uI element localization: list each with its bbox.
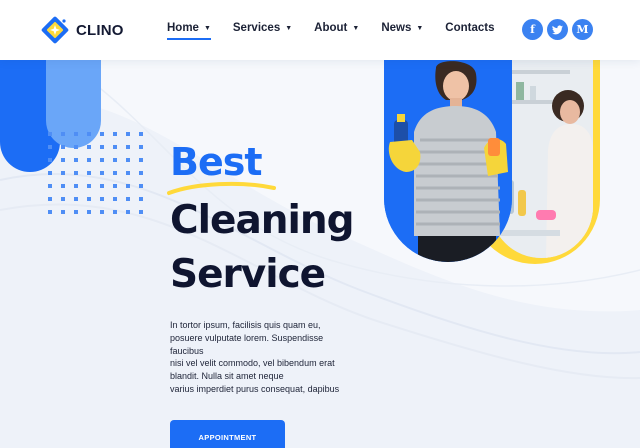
- medium-icon[interactable]: M: [572, 19, 593, 40]
- headline-line-2: Cleaning: [170, 198, 355, 243]
- nav-news-label: News: [381, 22, 412, 34]
- cleaning-photo-main: [384, 60, 512, 262]
- description-line: varius imperdiet purus consequat, dapibu…: [170, 383, 340, 394]
- headline-accent: Best: [170, 140, 263, 184]
- nav-services[interactable]: Services ▼: [233, 22, 292, 34]
- caret-down-icon: ▼: [285, 24, 293, 32]
- site-header: CLINO Home ▼ Services ▼ About ▼ News ▼ C…: [0, 0, 640, 60]
- facebook-icon[interactable]: f: [522, 19, 543, 40]
- nav-home[interactable]: Home ▼: [167, 22, 211, 40]
- social-links: f M: [522, 19, 597, 40]
- hero-description: In tortor ipsum, facilisis quis quam eu,…: [170, 319, 360, 396]
- nav-home-label: Home: [167, 22, 199, 34]
- nav-about[interactable]: About ▼: [314, 22, 359, 34]
- nav-services-label: Services: [232, 22, 281, 34]
- description-line: posuere vulputate lorem. Suspendisse: [170, 332, 324, 343]
- description-line: In tortor ipsum, facilisis quis quam eu,: [170, 320, 321, 330]
- headline-line-3: Service: [170, 252, 326, 297]
- logo[interactable]: CLINO: [40, 15, 124, 45]
- decor-dot-grid: [48, 132, 143, 214]
- hero-section: Best Cleaning Service In tortor ipsum, f…: [0, 60, 640, 448]
- caret-down-icon: ▼: [352, 24, 360, 32]
- description-line: nisi vel velit commodo, vel bibendum era…: [170, 358, 335, 369]
- main-nav: Home ▼ Services ▼ About ▼ News ▼ Contact…: [167, 22, 517, 40]
- headline-underline: [167, 181, 276, 195]
- nav-about-label: About: [314, 22, 348, 34]
- nav-contacts[interactable]: Contacts: [445, 22, 494, 34]
- caret-down-icon: ▼: [416, 24, 424, 32]
- description-line: faucibus: [170, 345, 204, 356]
- caret-down-icon: ▼: [203, 24, 211, 32]
- brand-name: CLINO: [76, 21, 124, 39]
- description-line: blandit. Nulla sit amet neque: [170, 371, 284, 382]
- appointment-button[interactable]: APPOINTMENT: [170, 420, 285, 448]
- diamond-sparkle-icon: [40, 15, 70, 45]
- nav-contacts-label: Contacts: [445, 22, 495, 34]
- twitter-icon[interactable]: [547, 19, 568, 40]
- nav-news[interactable]: News ▼: [381, 22, 423, 34]
